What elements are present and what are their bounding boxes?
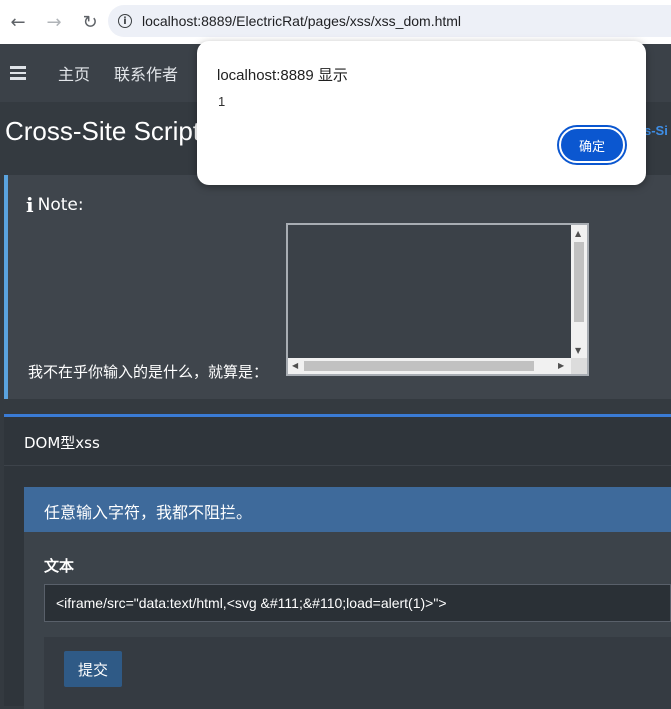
card-title: DOM型xss bbox=[24, 434, 100, 452]
alert-dialog: localhost:8889 显示 1 确定 bbox=[197, 41, 646, 185]
card-header: DOM型xss bbox=[4, 417, 671, 466]
text-field-label: 文本 bbox=[44, 557, 75, 575]
browser-toolbar: ← → ↻ i localhost:8889/ElectricRat/pages… bbox=[0, 0, 671, 44]
info-icon: i bbox=[26, 193, 34, 217]
address-bar[interactable]: i localhost:8889/ElectricRat/pages/xss/x… bbox=[108, 5, 671, 37]
note-heading-text: Note: bbox=[37, 195, 84, 215]
panel-heading: 任意输入字符，我都不阻拦。 bbox=[24, 487, 671, 532]
url-text[interactable]: localhost:8889/ElectricRat/pages/xss/xss… bbox=[142, 13, 461, 29]
menu-icon[interactable] bbox=[10, 63, 26, 83]
scroll-left-icon[interactable]: ◀ bbox=[292, 361, 298, 370]
input-panel: 任意输入字符，我都不阻拦。 文本 <iframe/src="data:text/… bbox=[24, 487, 671, 709]
reload-icon[interactable]: ↻ bbox=[78, 10, 102, 34]
note-panel: i Note: 我不在乎你输入的是什么，就算是： ▲ ▼ ◀ ▶ bbox=[4, 175, 671, 399]
alert-message: 1 bbox=[218, 94, 226, 109]
scroll-right-icon[interactable]: ▶ bbox=[558, 361, 564, 370]
nav-item-contact[interactable]: 联系作者 bbox=[114, 61, 178, 85]
submit-button[interactable]: 提交 bbox=[64, 651, 122, 687]
note-heading: i Note: bbox=[26, 193, 84, 217]
site-info-icon[interactable]: i bbox=[118, 14, 132, 28]
submit-area: 提交 bbox=[44, 637, 671, 709]
back-icon[interactable]: ← bbox=[6, 10, 30, 34]
horizontal-scroll-thumb[interactable] bbox=[304, 361, 534, 371]
ok-button[interactable]: 确定 bbox=[559, 127, 625, 163]
embedded-iframe[interactable]: ▲ ▼ ◀ ▶ bbox=[286, 223, 589, 376]
vertical-scrollbar[interactable]: ▲ ▼ bbox=[571, 225, 587, 358]
nav-item-home[interactable]: 主页 bbox=[58, 61, 90, 85]
page-title: Cross-Site Script bbox=[5, 116, 201, 146]
text-input[interactable]: <iframe/src="data:text/html,<svg &#111;&… bbox=[44, 584, 671, 622]
breadcrumb-link[interactable]: s-Si bbox=[644, 123, 668, 138]
scrollbar-corner bbox=[571, 358, 587, 374]
panel-heading-text: 任意输入字符，我都不阻拦。 bbox=[44, 503, 253, 522]
vertical-scroll-thumb[interactable] bbox=[574, 242, 584, 322]
dom-xss-card: DOM型xss 任意输入字符，我都不阻拦。 文本 <iframe/src="da… bbox=[4, 414, 671, 709]
scroll-down-icon[interactable]: ▼ bbox=[575, 346, 581, 355]
alert-title: localhost:8889 显示 bbox=[217, 67, 348, 84]
scroll-up-icon[interactable]: ▲ bbox=[575, 229, 581, 238]
horizontal-scrollbar[interactable]: ◀ ▶ bbox=[288, 358, 571, 374]
forward-icon[interactable]: → bbox=[42, 10, 66, 34]
note-text: 我不在乎你输入的是什么，就算是： bbox=[28, 363, 269, 381]
